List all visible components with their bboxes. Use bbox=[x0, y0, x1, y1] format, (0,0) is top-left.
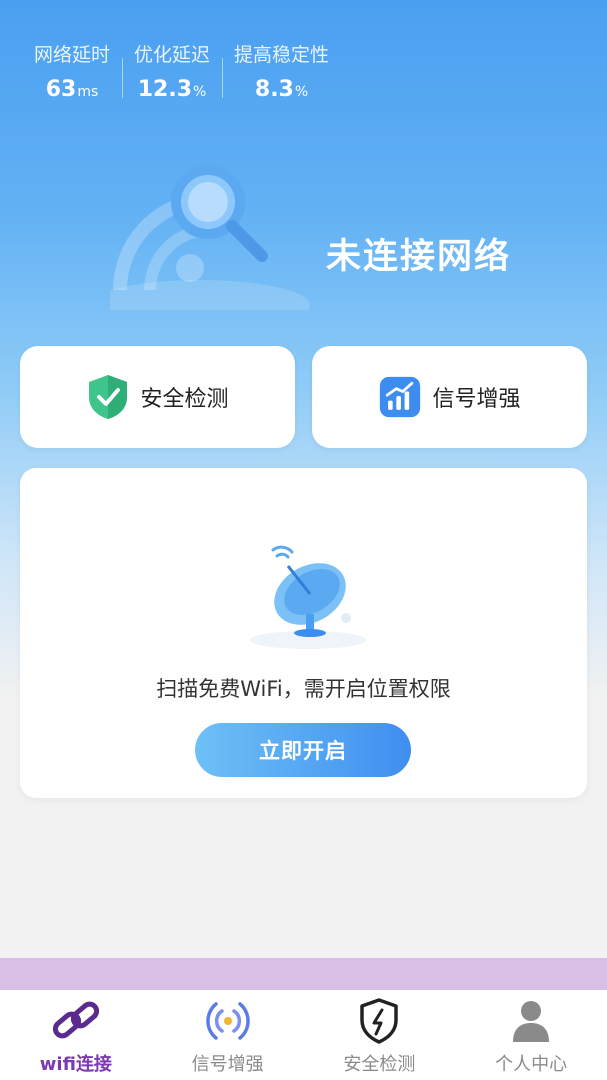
bottom-tab-bar: wifi连接 信号增强 安全检测 个人中心 bbox=[0, 990, 607, 1080]
tab-wifi-connect[interactable]: wifi连接 bbox=[0, 990, 152, 1080]
permission-card: 扫描免费WiFi，需开启位置权限 立即开启 bbox=[20, 468, 587, 798]
security-check-label: 安全检测 bbox=[140, 387, 229, 412]
stat-optimize: 优化延迟 12.3% bbox=[122, 40, 222, 102]
tab-label: wifi连接 bbox=[39, 1054, 112, 1075]
shield-bolt-icon bbox=[360, 998, 399, 1044]
stat-label: 优化延迟 bbox=[134, 44, 211, 66]
signal-broadcast-icon bbox=[205, 1002, 250, 1040]
search-icon bbox=[110, 165, 310, 310]
tab-signal-boost[interactable]: 信号增强 bbox=[152, 990, 304, 1080]
connection-status: 未连接网络 bbox=[326, 237, 512, 277]
signal-chart-icon bbox=[380, 376, 421, 418]
enable-location-button[interactable]: 立即开启 bbox=[195, 723, 411, 777]
stats-bar: 网络延时 63ms 优化延迟 12.3% 提高稳定性 8.3% bbox=[22, 40, 341, 102]
signal-boost-label: 信号增强 bbox=[432, 387, 521, 412]
shield-check-icon bbox=[89, 375, 128, 419]
user-icon bbox=[513, 1001, 550, 1042]
stat-label: 提高稳定性 bbox=[234, 44, 330, 66]
signal-boost-button[interactable]: 信号增强 bbox=[312, 346, 587, 448]
satellite-dish-icon bbox=[250, 545, 366, 649]
stat-value: 8.3% bbox=[254, 77, 309, 102]
permission-message: 扫描免费WiFi，需开启位置权限 bbox=[156, 677, 451, 701]
tab-label: 信号增强 bbox=[191, 1054, 264, 1075]
stat-value: 63ms bbox=[45, 77, 99, 102]
banner-strip bbox=[0, 958, 607, 990]
stat-value: 12.3% bbox=[137, 77, 207, 102]
security-check-button[interactable]: 安全检测 bbox=[20, 346, 295, 448]
tab-profile[interactable]: 个人中心 bbox=[455, 990, 607, 1080]
tab-label: 安全检测 bbox=[343, 1054, 416, 1075]
stat-label: 网络延时 bbox=[34, 44, 111, 66]
tab-label: 个人中心 bbox=[495, 1054, 568, 1075]
tab-security-check[interactable]: 安全检测 bbox=[304, 990, 456, 1080]
link-icon bbox=[52, 1001, 99, 1039]
stat-stability: 提高稳定性 8.3% bbox=[222, 40, 341, 102]
stat-latency: 网络延时 63ms bbox=[22, 40, 122, 102]
